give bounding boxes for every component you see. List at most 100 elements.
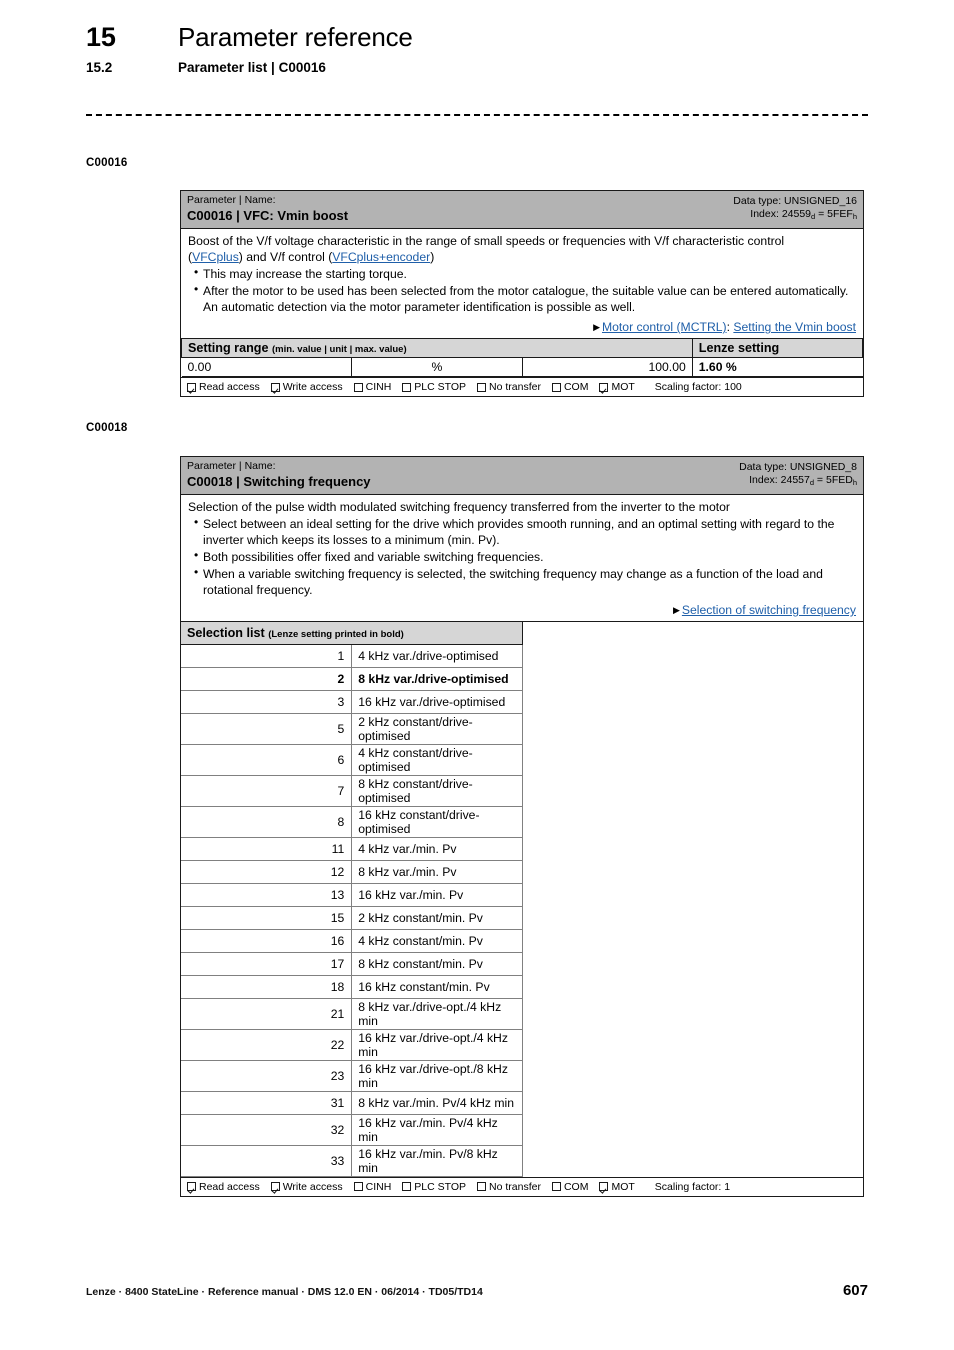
page-number: 607	[842, 1282, 868, 1299]
selection-code: 23	[181, 1059, 353, 1092]
flag-plc-stop: PLC STOP	[402, 1181, 466, 1193]
index-prefix: Index: 24557	[749, 473, 810, 486]
flag-label: No transfer	[489, 1180, 541, 1193]
checkbox-checked-icon[interactable]	[187, 382, 196, 392]
flag-label: No transfer	[489, 381, 541, 394]
description-text-c: )	[430, 249, 435, 264]
flag-plc-stop: PLC STOP	[402, 381, 466, 393]
flag-label: CINH	[365, 1180, 392, 1193]
flag-write-access: Write access	[270, 381, 343, 394]
table-row[interactable]: 78 kHz constant/drive-optimised	[181, 774, 523, 807]
table-row[interactable]: 17 8 kHz constant/min. Pv	[181, 951, 523, 976]
parameter-index: Index: 24557d = 5FEDh	[739, 474, 857, 487]
description-bullets: Select between an ideal setting for the …	[188, 515, 856, 598]
selection-list-subtitle: (Lenze setting printed in bold)	[268, 629, 404, 641]
list-item: This may increase the starting torque.	[188, 265, 856, 282]
flag-label: Write access	[282, 1180, 343, 1193]
table-row[interactable]: 13 16 kHz var./min. Pv	[181, 882, 523, 907]
flag-cinh: CINH	[353, 381, 392, 394]
selection-code: 32	[181, 1113, 353, 1146]
min-value-cell: 0.00	[181, 357, 353, 378]
index-sub-hex: h	[852, 211, 857, 221]
selection-text: 4 kHz var./min. Pv	[351, 836, 523, 861]
index-sub-hex: h	[852, 477, 857, 487]
section-title: Parameter list | C00016	[178, 60, 326, 75]
footer-text: Lenze · 8400 StateLine · Reference manua…	[86, 1286, 483, 1298]
link-vfcplus[interactable]: VFCplus	[192, 250, 239, 264]
checkbox-checked-icon[interactable]	[270, 1182, 280, 1192]
checkbox-checked-icon[interactable]	[270, 382, 280, 392]
selection-code: 22	[181, 1028, 353, 1061]
selection-code: 31	[181, 1090, 353, 1115]
checkbox-unchecked-icon[interactable]	[402, 382, 412, 392]
selection-text: 16 kHz var./drive-opt./4 kHz min	[351, 1028, 523, 1061]
checkbox-unchecked-icon[interactable]	[551, 382, 561, 392]
checkbox-unchecked-icon[interactable]	[477, 382, 487, 392]
triangle-right-icon: ▶	[672, 605, 680, 616]
table-row[interactable]: 28 kHz var./drive-optimised	[181, 666, 523, 691]
flag-no-transfer: No transfer	[477, 1181, 541, 1193]
page-header: 15 Parameter reference 15.2 Parameter li…	[86, 22, 868, 75]
index-sub-dec: d	[811, 211, 816, 221]
flag-label: COM	[563, 1180, 589, 1193]
parameter-data-type: Data type: UNSIGNED_16	[733, 195, 857, 207]
checkbox-checked-icon[interactable]	[187, 1182, 196, 1192]
table-row[interactable]: 18 16 kHz constant/min. Pv	[181, 974, 523, 999]
flag-com: COM	[551, 1180, 589, 1193]
table-row[interactable]: 21 8 kHz var./drive-opt./4 kHz min	[181, 997, 523, 1030]
checkbox-unchecked-icon[interactable]	[402, 1182, 412, 1192]
checkbox-unchecked-icon[interactable]	[353, 382, 363, 392]
checkbox-checked-icon[interactable]	[599, 1182, 609, 1192]
link-selection-of-switching-frequency[interactable]: Selection of switching frequency	[682, 603, 856, 617]
table-row[interactable]: 31 8 kHz var./min. Pv/4 kHz min	[181, 1090, 523, 1115]
selection-list-header: Selection list (Lenze setting printed in…	[181, 622, 523, 645]
table-row[interactable]: 52 kHz constant/drive-optimised	[181, 712, 523, 745]
table-row[interactable]: 22 16 kHz var./drive-opt./4 kHz min	[181, 1028, 523, 1061]
selection-text: 8 kHz constant/min. Pv	[351, 951, 523, 976]
flag-read-access: Read access	[187, 381, 260, 393]
checkbox-checked-icon[interactable]	[599, 382, 609, 392]
flag-label: MOT	[611, 1180, 635, 1193]
chapter-title: Parameter reference	[178, 22, 413, 52]
selection-code: 3	[181, 689, 353, 714]
table-row[interactable]: 32 16 kHz var./min. Pv/4 kHz min	[181, 1113, 523, 1146]
parameter-header-left: Parameter | Name: C00016 | VFC: Vmin boo…	[187, 194, 348, 224]
parameter-header-c00016: Parameter | Name: C00016 | VFC: Vmin boo…	[181, 191, 863, 229]
section-number: 15.2	[86, 60, 113, 75]
link-motor-control[interactable]: Motor control (MCTRL)	[602, 320, 727, 334]
table-row[interactable]: 11 4 kHz var./min. Pv	[181, 836, 523, 861]
selection-list-title: Selection list	[187, 626, 269, 641]
selection-text: 16 kHz constant/drive-optimised	[351, 805, 523, 838]
table-row[interactable]: 3 16 kHz var./drive-optimised	[181, 689, 523, 714]
flag-mot: MOT	[599, 381, 635, 393]
table-row[interactable]: 8 16 kHz constant/drive-optimised	[181, 805, 523, 838]
table-row[interactable]: 33 16 kHz var./min. Pv/8 kHz min	[181, 1144, 523, 1177]
access-flags-row-c00016: Read access Write access CINH PLC STOP N…	[181, 377, 863, 396]
parameter-description-c00018: Selection of the pulse width modulated s…	[181, 495, 863, 622]
flag-label: CINH	[365, 381, 392, 394]
table-row[interactable]: 23 16 kHz var./drive-opt./8 kHz min	[181, 1059, 523, 1092]
flag-label: Write access	[282, 381, 343, 394]
selection-code: 5	[181, 712, 353, 745]
checkbox-unchecked-icon[interactable]	[551, 1182, 561, 1192]
parameter-block-c00016: Parameter | Name: C00016 | VFC: Vmin boo…	[180, 190, 864, 398]
table-row[interactable]: 15 2 kHz constant/min. Pv	[181, 905, 523, 930]
setting-range-table: Setting range (min. value | unit | max. …	[181, 338, 864, 378]
checkbox-unchecked-icon[interactable]	[353, 1182, 363, 1192]
setting-range-title: Setting range	[188, 341, 272, 356]
setting-range-subtitle: (min. value | unit | max. value)	[271, 344, 407, 356]
table-row[interactable]: 16 4 kHz constant/min. Pv	[181, 928, 523, 953]
table-row[interactable]: 64 kHz constant/drive-optimised	[181, 743, 523, 776]
checkbox-unchecked-icon[interactable]	[477, 1182, 487, 1192]
selection-text: 8 kHz var./drive-opt./4 kHz min	[351, 997, 523, 1030]
table-row[interactable]: 12 8 kHz var./min. Pv	[181, 859, 523, 884]
flag-label: Read access	[199, 1180, 260, 1193]
index-mid: = 5FEF	[815, 207, 853, 220]
table-row[interactable]: 14 kHz var./drive-optimised	[181, 643, 523, 668]
header-divider	[86, 114, 868, 116]
parameter-header-c00018: Parameter | Name: C00018 | Switching fre…	[181, 457, 863, 495]
selection-code: 17	[181, 951, 353, 976]
link-vfcplus-encoder[interactable]: VFCplus+encoder	[332, 250, 430, 264]
link-setting-vmin-boost[interactable]: Setting the Vmin boost	[733, 320, 856, 334]
index-sub-dec: d	[809, 477, 815, 487]
